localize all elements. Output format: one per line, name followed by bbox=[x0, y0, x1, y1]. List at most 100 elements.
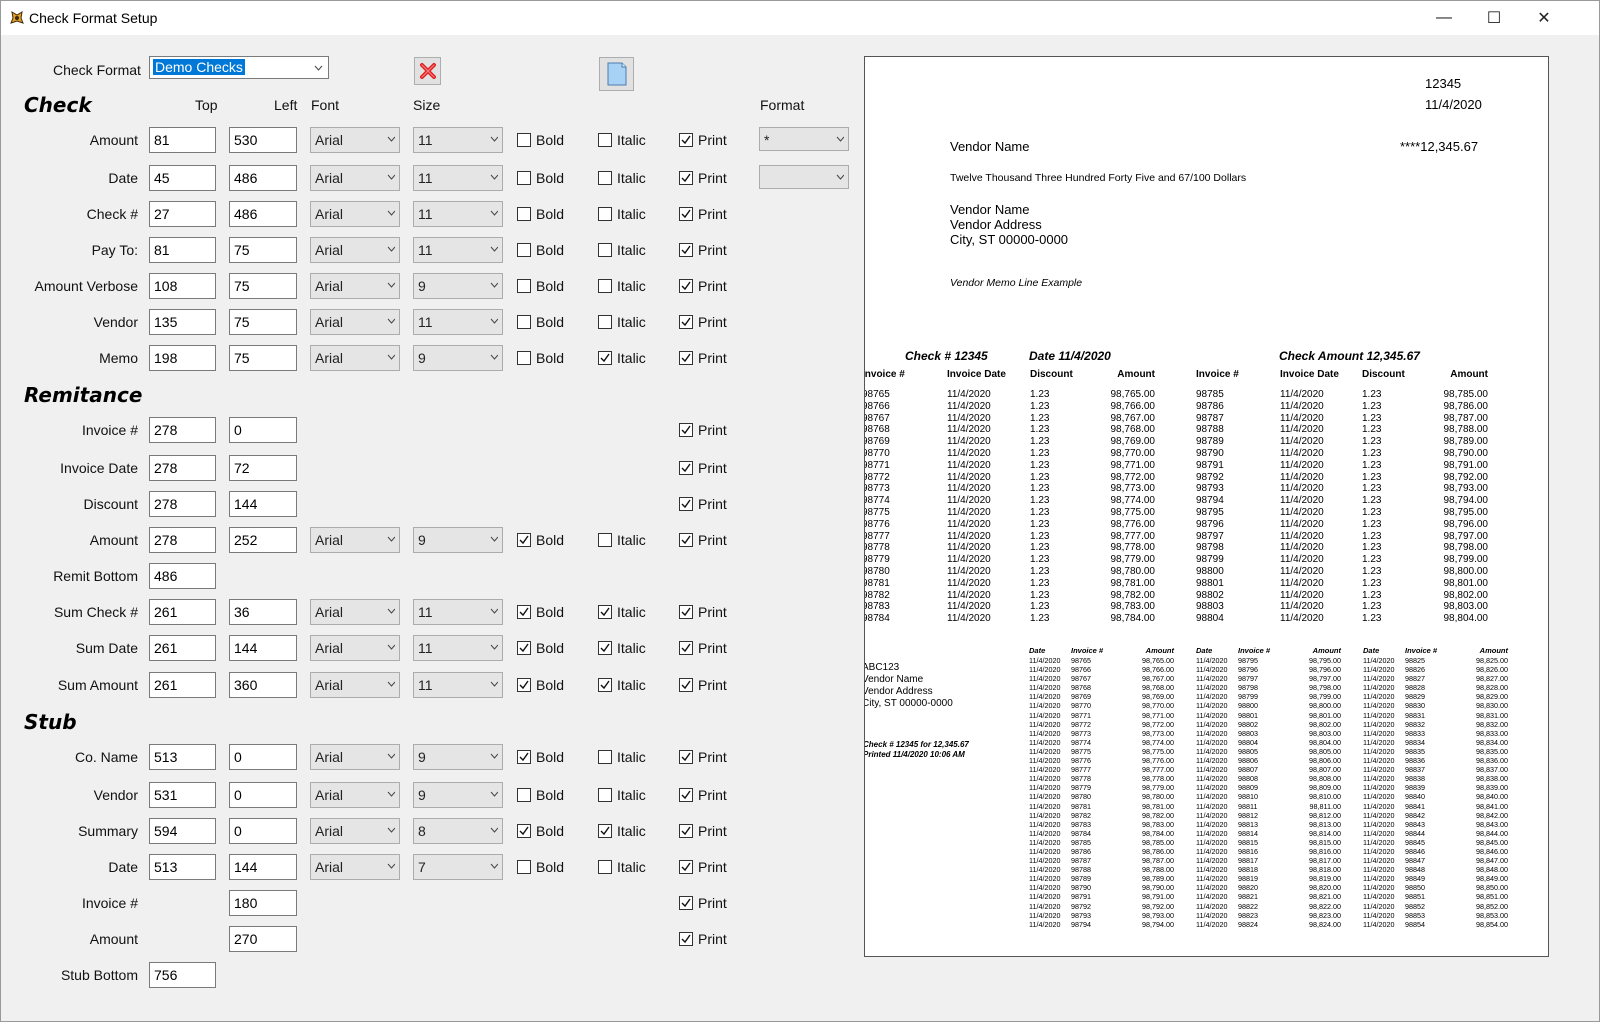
remit-sum-check-left-input[interactable]: 36 bbox=[229, 599, 297, 625]
stub-summary-top-input[interactable]: 594 bbox=[149, 818, 216, 844]
stub-invoice-print-checkbox[interactable]: Print bbox=[679, 895, 727, 911]
remit-amount-print-checkbox[interactable]: Print bbox=[679, 532, 727, 548]
check-amount-italic-checkbox[interactable]: Italic bbox=[598, 132, 646, 148]
check-amount-size-select[interactable]: 11 bbox=[413, 127, 503, 153]
remit-invoice-top-input[interactable]: 278 bbox=[149, 417, 216, 443]
check-memo-font-select[interactable]: Arial bbox=[310, 345, 400, 371]
remit-sum-check-font-select[interactable]: Arial bbox=[310, 599, 400, 625]
remit-sum-amount-left-input[interactable]: 360 bbox=[229, 672, 297, 698]
check-date-top-input[interactable]: 45 bbox=[149, 165, 216, 191]
close-button[interactable]: ✕ bbox=[1519, 1, 1569, 35]
minimize-button[interactable]: — bbox=[1419, 1, 1469, 35]
check-pay-to-print-checkbox[interactable]: Print bbox=[679, 242, 727, 258]
check-amount-verbose-left-input[interactable]: 75 bbox=[229, 273, 297, 299]
delete-format-button[interactable] bbox=[414, 57, 441, 85]
check-vendor-italic-checkbox[interactable]: Italic bbox=[598, 314, 646, 330]
remit-discount-print-checkbox[interactable]: Print bbox=[679, 496, 727, 512]
stub-amount-print-checkbox[interactable]: Print bbox=[679, 931, 727, 947]
amount-format-select[interactable]: * bbox=[759, 127, 849, 151]
remit-sum-date-font-select[interactable]: Arial bbox=[310, 635, 400, 661]
remit-amount-bold-checkbox[interactable]: Bold bbox=[517, 532, 564, 548]
remit-invoice-left-input[interactable]: 0 bbox=[229, 417, 297, 443]
stub-co-name-font-select[interactable]: Arial bbox=[310, 744, 400, 770]
check-vendor-font-select[interactable]: Arial bbox=[310, 309, 400, 335]
remit-sum-date-bold-checkbox[interactable]: Bold bbox=[517, 640, 564, 656]
check-check-italic-checkbox[interactable]: Italic bbox=[598, 206, 646, 222]
stub-co-name-left-input[interactable]: 0 bbox=[229, 744, 297, 770]
remit-sum-amount-italic-checkbox[interactable]: Italic bbox=[598, 677, 646, 693]
check-date-font-select[interactable]: Arial bbox=[310, 165, 400, 191]
stub-vendor-size-select[interactable]: 9 bbox=[413, 782, 503, 808]
check-date-bold-checkbox[interactable]: Bold bbox=[517, 170, 564, 186]
remit-sum-amount-print-checkbox[interactable]: Print bbox=[679, 677, 727, 693]
check-amount-font-select[interactable]: Arial bbox=[310, 127, 400, 153]
remit-amount-italic-checkbox[interactable]: Italic bbox=[598, 532, 646, 548]
check-vendor-print-checkbox[interactable]: Print bbox=[679, 314, 727, 330]
check-check-font-select[interactable]: Arial bbox=[310, 201, 400, 227]
check-pay-to-bold-checkbox[interactable]: Bold bbox=[517, 242, 564, 258]
remit-remit-bottom-top-input[interactable]: 486 bbox=[149, 563, 216, 589]
stub-co-name-top-input[interactable]: 513 bbox=[149, 744, 216, 770]
check-vendor-left-input[interactable]: 75 bbox=[229, 309, 297, 335]
remit-sum-date-italic-checkbox[interactable]: Italic bbox=[598, 640, 646, 656]
remit-sum-amount-top-input[interactable]: 261 bbox=[149, 672, 216, 698]
remit-sum-check-print-checkbox[interactable]: Print bbox=[679, 604, 727, 620]
stub-co-name-bold-checkbox[interactable]: Bold bbox=[517, 749, 564, 765]
remit-amount-left-input[interactable]: 252 bbox=[229, 527, 297, 553]
check-memo-size-select[interactable]: 9 bbox=[413, 345, 503, 371]
stub-summary-italic-checkbox[interactable]: Italic bbox=[598, 823, 646, 839]
check-pay-to-size-select[interactable]: 11 bbox=[413, 237, 503, 263]
remit-discount-top-input[interactable]: 278 bbox=[149, 491, 216, 517]
check-amount-verbose-top-input[interactable]: 108 bbox=[149, 273, 216, 299]
stub-date-left-input[interactable]: 144 bbox=[229, 854, 297, 880]
remit-invoice-print-checkbox[interactable]: Print bbox=[679, 422, 727, 438]
stub-date-bold-checkbox[interactable]: Bold bbox=[517, 859, 564, 875]
remit-invoice-date-left-input[interactable]: 72 bbox=[229, 455, 297, 481]
remit-sum-amount-font-select[interactable]: Arial bbox=[310, 672, 400, 698]
remit-sum-amount-bold-checkbox[interactable]: Bold bbox=[517, 677, 564, 693]
date-format-select[interactable] bbox=[759, 165, 849, 189]
check-date-italic-checkbox[interactable]: Italic bbox=[598, 170, 646, 186]
check-date-print-checkbox[interactable]: Print bbox=[679, 170, 727, 186]
check-amount-verbose-font-select[interactable]: Arial bbox=[310, 273, 400, 299]
stub-summary-left-input[interactable]: 0 bbox=[229, 818, 297, 844]
remit-sum-check-size-select[interactable]: 11 bbox=[413, 599, 503, 625]
check-vendor-top-input[interactable]: 135 bbox=[149, 309, 216, 335]
remit-invoice-date-top-input[interactable]: 278 bbox=[149, 455, 216, 481]
remit-sum-date-left-input[interactable]: 144 bbox=[229, 635, 297, 661]
check-format-select[interactable]: Demo Checks bbox=[149, 56, 329, 79]
check-pay-to-left-input[interactable]: 75 bbox=[229, 237, 297, 263]
stub-summary-size-select[interactable]: 8 bbox=[413, 818, 503, 844]
check-memo-left-input[interactable]: 75 bbox=[229, 345, 297, 371]
remit-sum-date-size-select[interactable]: 11 bbox=[413, 635, 503, 661]
stub-date-print-checkbox[interactable]: Print bbox=[679, 859, 727, 875]
check-amount-left-input[interactable]: 530 bbox=[229, 127, 297, 153]
remit-discount-left-input[interactable]: 144 bbox=[229, 491, 297, 517]
check-check-print-checkbox[interactable]: Print bbox=[679, 206, 727, 222]
stub-stub-bottom-top-input[interactable]: 756 bbox=[149, 962, 216, 988]
stub-vendor-font-select[interactable]: Arial bbox=[310, 782, 400, 808]
stub-date-size-select[interactable]: 7 bbox=[413, 854, 503, 880]
check-amount-verbose-print-checkbox[interactable]: Print bbox=[679, 278, 727, 294]
stub-co-name-size-select[interactable]: 9 bbox=[413, 744, 503, 770]
stub-vendor-bold-checkbox[interactable]: Bold bbox=[517, 787, 564, 803]
check-amount-bold-checkbox[interactable]: Bold bbox=[517, 132, 564, 148]
check-pay-to-top-input[interactable]: 81 bbox=[149, 237, 216, 263]
stub-date-top-input[interactable]: 513 bbox=[149, 854, 216, 880]
stub-co-name-italic-checkbox[interactable]: Italic bbox=[598, 749, 646, 765]
check-memo-top-input[interactable]: 198 bbox=[149, 345, 216, 371]
remit-sum-date-print-checkbox[interactable]: Print bbox=[679, 640, 727, 656]
check-memo-print-checkbox[interactable]: Print bbox=[679, 350, 727, 366]
check-amount-top-input[interactable]: 81 bbox=[149, 127, 216, 153]
check-amount-print-checkbox[interactable]: Print bbox=[679, 132, 727, 148]
stub-date-font-select[interactable]: Arial bbox=[310, 854, 400, 880]
check-date-left-input[interactable]: 486 bbox=[229, 165, 297, 191]
remit-amount-size-select[interactable]: 9 bbox=[413, 527, 503, 553]
remit-amount-top-input[interactable]: 278 bbox=[149, 527, 216, 553]
remit-sum-date-top-input[interactable]: 261 bbox=[149, 635, 216, 661]
stub-summary-bold-checkbox[interactable]: Bold bbox=[517, 823, 564, 839]
stub-co-name-print-checkbox[interactable]: Print bbox=[679, 749, 727, 765]
stub-date-italic-checkbox[interactable]: Italic bbox=[598, 859, 646, 875]
stub-summary-print-checkbox[interactable]: Print bbox=[679, 823, 727, 839]
check-amount-verbose-italic-checkbox[interactable]: Italic bbox=[598, 278, 646, 294]
